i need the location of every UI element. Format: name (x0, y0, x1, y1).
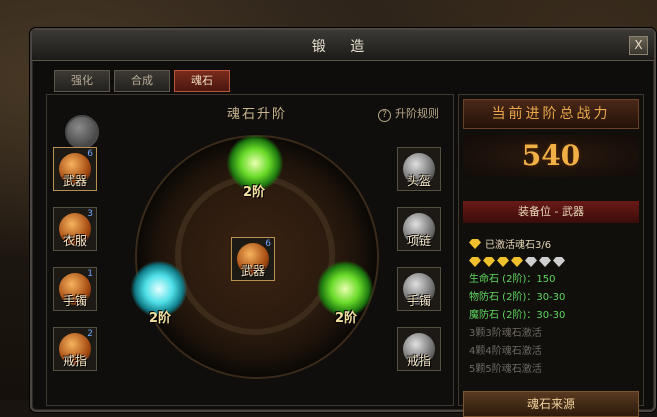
stat-line: 生命石 (2阶)：150 (469, 274, 556, 285)
rules-label: 升阶规则 (395, 107, 439, 120)
question-icon: ? (378, 109, 391, 122)
stat-line: 5颗5阶魂石激活 (469, 364, 542, 375)
gold-diamond-icon (483, 257, 495, 267)
tab-soulstone[interactable]: 魂石 (174, 70, 230, 92)
stat-line: 3颗3阶魂石激活 (469, 328, 542, 339)
soulstone-panel: 魂石升阶 ? 升阶规则 6 武器 3 衣服 1 手镯 2 戒指 头盔 项链 手镯… (46, 94, 454, 406)
activated-text: 已激活魂石3/6 (485, 240, 552, 251)
power-display: 540 (463, 135, 639, 177)
power-header: 当前进阶总战力 (463, 99, 639, 129)
orb-tier-label: 2阶 (243, 185, 266, 200)
upgrade-rules-link[interactable]: ? 升阶规则 (378, 105, 439, 122)
silver-diamond-icon (553, 257, 565, 267)
power-panel: 当前进阶总战力 540 装备位 - 武器 已激活魂石3/6 生命石 (2阶)：1… (458, 94, 644, 417)
gold-diamond-icon (469, 257, 481, 267)
close-button[interactable]: X (629, 36, 648, 55)
stone-info: 已激活魂石3/6 生命石 (2阶)：150 物防石 (2阶)：30-30 魔防石… (469, 237, 565, 379)
gold-diamond-icon (511, 257, 523, 267)
slot-center-weapon[interactable]: 6 武器 (231, 237, 275, 281)
gold-diamond-icon (497, 257, 509, 267)
gem-icon (65, 115, 99, 149)
slot-label: 武器 (240, 264, 265, 278)
slot-clothes[interactable]: 3 衣服 (53, 207, 97, 251)
silver-diamond-icon (539, 257, 551, 267)
slot-count: 6 (265, 239, 271, 249)
tab-synthesize[interactable]: 合成 (114, 70, 170, 92)
window-title: 锻 造 (311, 39, 375, 55)
slot-helmet[interactable]: 头盔 (397, 147, 441, 191)
slot-count: 1 (87, 269, 93, 279)
stat-line: 物防石 (2阶)：30-30 (469, 292, 566, 303)
soulstone-source-button[interactable]: 魂石来源 (463, 391, 639, 417)
slot-label: 手镯 (62, 294, 87, 308)
tab-bar: 强化 合成 魂石 (54, 70, 230, 92)
title-bar: 锻 造 X (32, 30, 654, 61)
slot-label: 戒指 (62, 354, 87, 368)
slot-label: 武器 (62, 174, 87, 188)
slot-bracelet-left[interactable]: 1 手镯 (53, 267, 97, 311)
tab-strengthen[interactable]: 强化 (54, 70, 110, 92)
slot-count: 2 (87, 329, 93, 339)
slot-label: 戒指 (406, 354, 431, 368)
forge-window: 锻 造 X 强化 合成 魂石 魂石升阶 ? 升阶规则 6 武器 3 衣服 1 手镯 (30, 28, 656, 417)
slot-bracelet-right[interactable]: 手镯 (397, 267, 441, 311)
equip-position: 装备位 - 武器 (463, 201, 639, 223)
power-value: 540 (521, 139, 581, 172)
orb-tier-label: 2阶 (335, 311, 358, 326)
slot-count: 6 (87, 149, 93, 159)
diamond-icon (469, 239, 481, 249)
diamond-row (469, 257, 565, 267)
slot-ring-right[interactable]: 戒指 (397, 327, 441, 371)
slot-weapon[interactable]: 6 武器 (53, 147, 97, 191)
silver-diamond-icon (525, 257, 537, 267)
slot-label: 项链 (406, 234, 431, 248)
slot-label: 衣服 (62, 234, 87, 248)
stat-line: 魔防石 (2阶)：30-30 (469, 310, 566, 321)
slot-count: 3 (87, 209, 93, 219)
activated-count: 已激活魂石3/6 (469, 237, 565, 255)
section-title: 魂石升阶 (226, 107, 287, 122)
stat-line: 4颗4阶魂石激活 (469, 346, 542, 357)
slot-necklace[interactable]: 项链 (397, 207, 441, 251)
slot-ring-left[interactable]: 2 戒指 (53, 327, 97, 371)
slot-label: 手镯 (406, 294, 431, 308)
slot-label: 头盔 (406, 174, 431, 188)
orb-tier-label: 2阶 (149, 311, 172, 326)
